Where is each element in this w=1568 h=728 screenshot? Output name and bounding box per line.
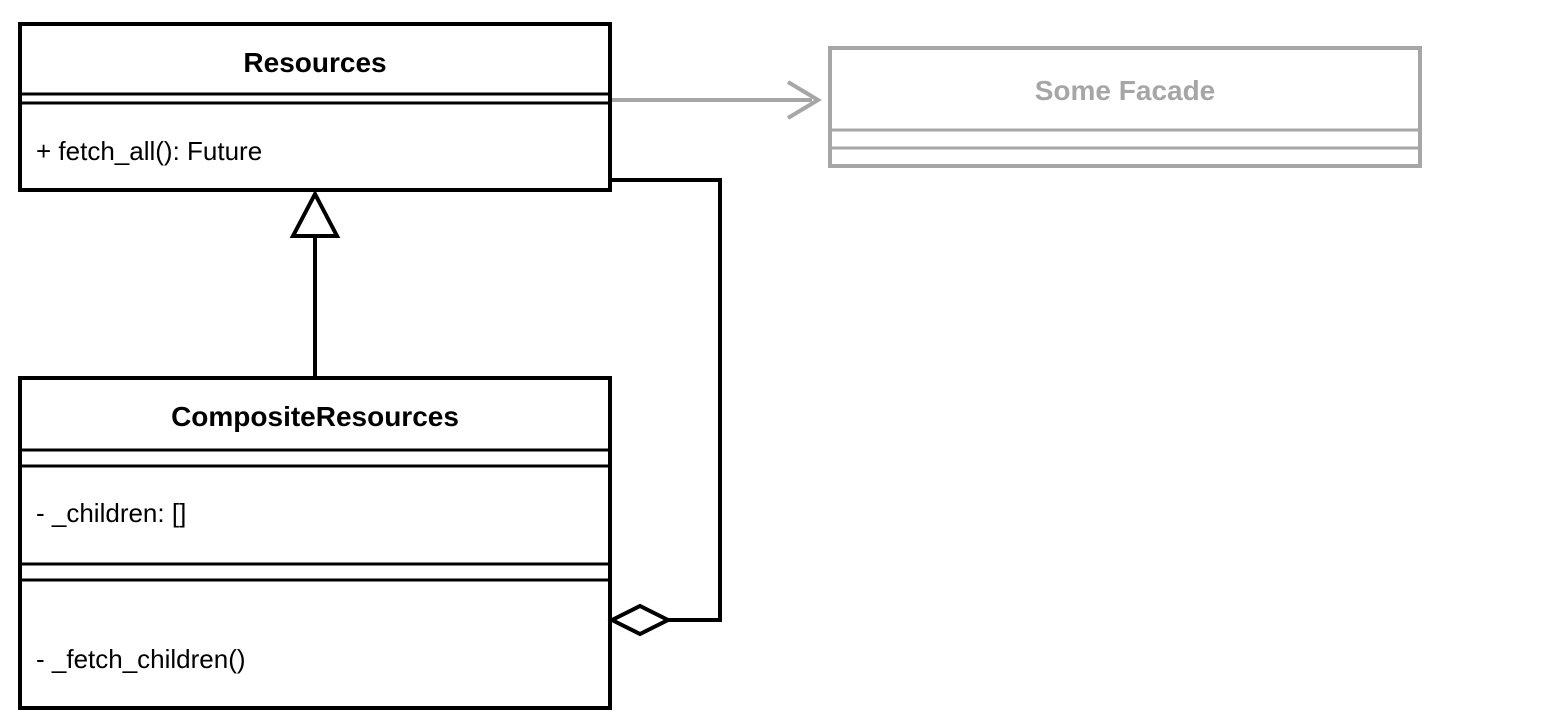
generalization-arrow bbox=[293, 194, 337, 376]
class-resources-title: Resources bbox=[243, 47, 386, 78]
class-composite-resources-attr-0: - _children: [] bbox=[36, 498, 186, 528]
aggregation-diamond bbox=[612, 606, 668, 634]
class-resources: Resources + fetch_all(): Future bbox=[20, 24, 610, 190]
class-some-facade-title: Some Facade bbox=[1035, 75, 1216, 106]
uml-class-diagram: Resources + fetch_all(): Future Some Fac… bbox=[0, 0, 1568, 728]
class-composite-resources-title: CompositeResources bbox=[171, 401, 459, 432]
class-some-facade: Some Facade bbox=[830, 48, 1420, 166]
aggregation-connector bbox=[612, 180, 720, 634]
dependency-arrow bbox=[612, 82, 818, 118]
class-composite-resources: CompositeResources - _children: [] - _fe… bbox=[20, 378, 610, 708]
class-resources-method-0: + fetch_all(): Future bbox=[36, 136, 262, 166]
class-composite-resources-method-0: - _fetch_children() bbox=[36, 644, 246, 674]
